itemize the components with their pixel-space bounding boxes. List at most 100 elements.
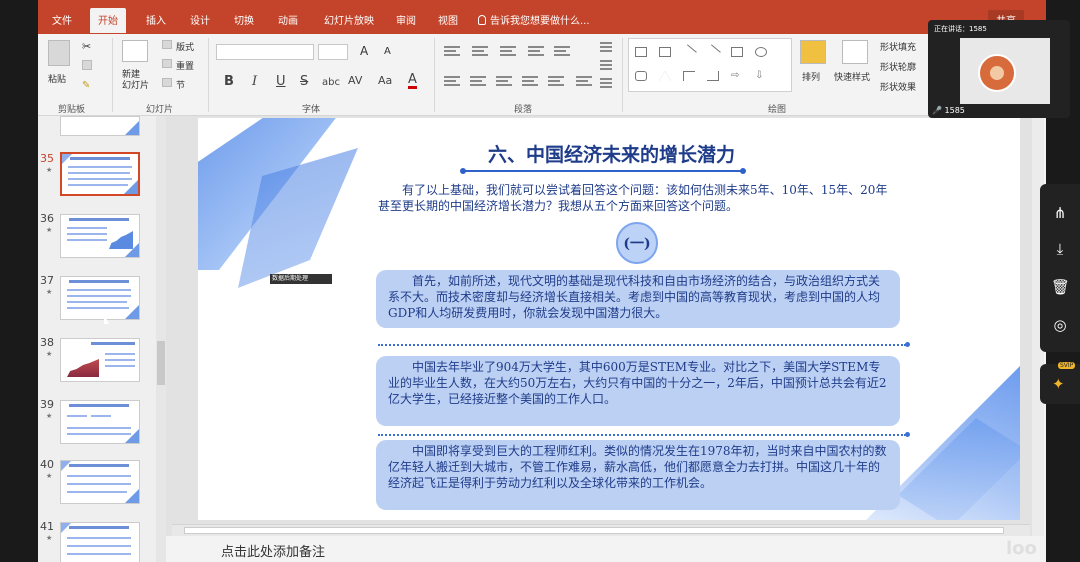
star-icon: ★	[46, 350, 53, 358]
decrease-font-size-button[interactable]: A	[384, 46, 391, 57]
text-direction-icon[interactable]	[600, 42, 612, 52]
tab-view[interactable]: 视图	[438, 12, 458, 27]
slide-intro-text[interactable]: 有了以上基础，我们就可以尝试着回答这个问题：该如何估测未来5年、10年、15年、…	[378, 182, 898, 214]
align-left-icon[interactable]	[444, 76, 460, 86]
scrollbar-thumb[interactable]	[157, 341, 165, 385]
align-text-icon[interactable]	[600, 60, 612, 70]
rounded-rect-shape-icon[interactable]	[635, 71, 647, 81]
font-name-input[interactable]	[216, 44, 314, 60]
tab-transitions[interactable]: 切换	[234, 12, 254, 27]
shadow-button[interactable]: abc	[322, 77, 340, 88]
shape-fill-button[interactable]: 形状填充	[880, 40, 916, 53]
numbering-icon[interactable]	[472, 46, 488, 56]
thumbnail-scrollbar[interactable]	[156, 116, 166, 562]
tab-review[interactable]: 审阅	[396, 12, 416, 27]
slide-thumbnail-40[interactable]	[60, 460, 140, 504]
increase-indent-icon[interactable]	[528, 46, 544, 56]
download-icon[interactable]: ⤓	[1051, 240, 1069, 258]
bullets-icon[interactable]	[444, 46, 460, 56]
scrollbar-thumb[interactable]	[184, 527, 1004, 534]
paste-button[interactable]: 粘贴	[48, 72, 66, 85]
align-right-icon[interactable]	[496, 76, 512, 86]
elbow-connector-shape-icon[interactable]	[707, 71, 719, 81]
section-button[interactable]: 节	[176, 78, 185, 91]
change-case-button[interactable]: Aa	[378, 74, 392, 87]
paste-icon[interactable]	[48, 40, 70, 66]
slide-thumbnail-41[interactable]	[60, 522, 140, 562]
tab-file[interactable]: 文件	[52, 12, 72, 27]
textbox-shape-icon[interactable]	[635, 47, 647, 57]
notes-pane[interactable]: 点击此处添加备注	[166, 536, 1046, 562]
line-spacing-icon[interactable]	[554, 46, 570, 56]
increase-font-size-button[interactable]: A	[360, 44, 368, 58]
notes-placeholder[interactable]: 点击此处添加备注	[221, 541, 325, 560]
reset-button[interactable]: 重置	[176, 59, 194, 72]
tab-slideshow[interactable]: 幻灯片放映	[324, 12, 374, 27]
new-slide-icon[interactable]	[122, 40, 148, 62]
copy-icon[interactable]	[82, 60, 92, 70]
font-size-input[interactable]	[318, 44, 348, 60]
slide-thumbnail-partial[interactable]	[60, 116, 140, 136]
share-icon[interactable]: ⋔	[1051, 204, 1069, 222]
content-box-3[interactable]: 中国即将享受到巨大的工程师红利。类似的情况发生在1978年初，当时来自中国农村的…	[376, 440, 900, 510]
columns-icon[interactable]	[576, 76, 592, 86]
underline-button[interactable]: U	[276, 74, 286, 89]
tell-me-search[interactable]: 告诉我您想要做什么...	[478, 12, 590, 27]
trash-icon[interactable]: 🗑	[1051, 278, 1070, 296]
slide-thumbnail-38[interactable]	[60, 338, 140, 382]
slide-thumbnail-36[interactable]	[60, 214, 140, 258]
char-spacing-button[interactable]: AV	[348, 74, 362, 87]
quick-styles-button[interactable]: 快速样式	[834, 70, 870, 83]
star-icon: ★	[46, 226, 53, 234]
quick-styles-icon[interactable]	[842, 40, 868, 64]
slide-thumbnail-37[interactable]	[60, 276, 140, 320]
arrange-icon[interactable]	[800, 40, 826, 64]
slide-number: 38	[40, 336, 54, 349]
ribbon-separator	[434, 38, 435, 112]
shape-outline-button[interactable]: 形状轮廓	[880, 60, 916, 73]
tab-design[interactable]: 设计	[190, 12, 210, 27]
new-slide-button[interactable]: 新建 幻灯片	[122, 70, 156, 92]
down-arrow-shape-icon[interactable]: ⇩	[755, 71, 767, 81]
drawing-group-label: 绘图	[768, 105, 787, 115]
slide-thumbnail-35[interactable]	[60, 152, 140, 196]
connector-shape-icon[interactable]	[683, 71, 695, 81]
right-arrow-shape-icon[interactable]: ⇨	[731, 71, 743, 81]
oval-shape-icon[interactable]	[755, 47, 767, 57]
distributed-icon[interactable]	[548, 76, 564, 86]
tab-home[interactable]: 开始	[90, 8, 126, 33]
content-box-1[interactable]: 首先，如前所述，现代文明的基础是现代科技和自由市场经济的结合，与政治组织方式关系…	[376, 270, 900, 328]
shape-effects-button[interactable]: 形状效果	[880, 80, 916, 93]
tab-insert[interactable]: 插入	[146, 12, 166, 27]
font-color-button[interactable]: A	[408, 73, 417, 89]
bold-button[interactable]: B	[224, 74, 234, 89]
speaker-video[interactable]: 正在讲话：1585 🎤 1585	[928, 20, 1070, 118]
arrow-shape-icon[interactable]	[705, 44, 721, 60]
strikethrough-button[interactable]: S	[300, 74, 308, 89]
slide-title[interactable]: 六、中国经济未来的增长潜力	[488, 140, 735, 167]
media-chip[interactable]: 数据后期处理	[270, 274, 332, 284]
layout-button[interactable]: 版式	[176, 40, 194, 53]
justify-icon[interactable]	[522, 76, 538, 86]
align-center-icon[interactable]	[470, 76, 486, 86]
arrange-button[interactable]: 排列	[802, 70, 820, 83]
italic-button[interactable]: I	[252, 74, 257, 89]
content-box-2[interactable]: 中国去年毕业了904万大学生，其中600万是STEM专业。对比之下，美国大学ST…	[376, 356, 900, 426]
tab-animations[interactable]: 动画	[278, 12, 298, 27]
line-shape-icon[interactable]	[681, 44, 697, 60]
current-slide[interactable]: 六、中国经济未来的增长潜力 有了以上基础，我们就可以尝试着回答这个问题：该如何估…	[198, 118, 1020, 520]
decrease-indent-icon[interactable]	[500, 46, 516, 56]
ribbon: 粘贴 ✂ ✎ 剪贴板 新建 幻灯片 版式 重置 节 幻灯片 A A B I U …	[38, 34, 1046, 116]
rectangle-shape-icon[interactable]	[731, 47, 743, 57]
vertical-textbox-shape-icon[interactable]	[659, 47, 671, 57]
target-icon[interactable]: ◎	[1051, 316, 1069, 334]
section-marker[interactable]: (一)	[616, 222, 658, 264]
horizontal-scrollbar[interactable]	[172, 524, 1030, 536]
shapes-gallery[interactable]: ⇨ ⇩	[628, 38, 792, 92]
smartart-icon[interactable]	[600, 78, 612, 88]
cut-icon[interactable]: ✂	[82, 40, 91, 53]
format-painter-icon[interactable]: ✎	[82, 80, 90, 91]
slide-thumbnail-39[interactable]	[60, 400, 140, 444]
triangle-shape-icon[interactable]	[659, 71, 671, 81]
pin-button[interactable]: SVIP ✦	[1040, 362, 1080, 404]
